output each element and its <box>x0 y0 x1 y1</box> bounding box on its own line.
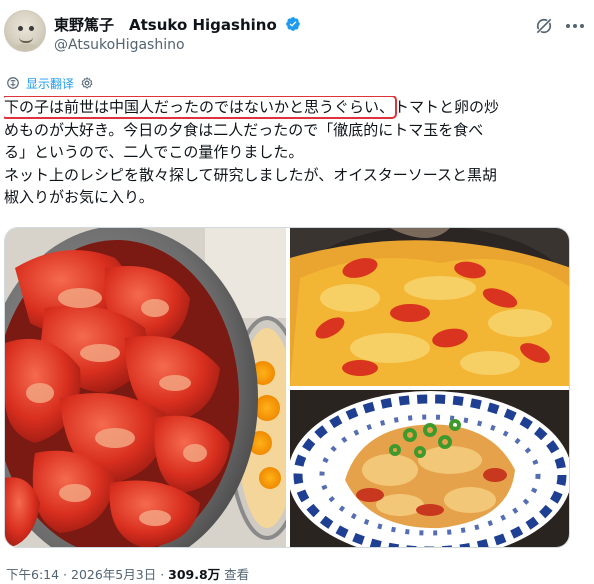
highlighted-phrase: 下の子は前世は中国人だったのではないかと思うぐらい、 <box>4 96 398 119</box>
post-time[interactable]: 下午6:14 <box>6 567 59 582</box>
settings-gear-icon[interactable] <box>80 76 94 90</box>
stir-fry-pan-photo[interactable] <box>290 228 569 386</box>
tweet-meta-footer: 下午6:14 · 2026年5月3日 · 309.8万 查看 <box>6 564 249 583</box>
separator: · <box>59 567 71 582</box>
tweet-header: 東野篤子 Atsuko Higashino @AtsukoHigashino <box>4 10 590 60</box>
tweet-line-1-rest: トマトと卵の炒 <box>394 98 500 116</box>
tweet-line-4: ネット上のレシピを散々探して研究しましたが、オイスターソースと黒胡 <box>4 165 498 184</box>
verified-badge-icon <box>285 17 300 31</box>
view-count: 309.8万 <box>168 567 221 582</box>
show-translation-link[interactable]: 显示翻译 <box>26 75 74 92</box>
tomato-bowl-photo[interactable] <box>5 228 286 547</box>
tweet-text: 下の子は前世は中国人だったのではないかと思うぐらい、トマトと卵の炒 めものが大好… <box>4 96 588 209</box>
separator: · <box>156 567 169 582</box>
author-name-line[interactable]: 東野篤子 Atsuko Higashino <box>54 14 301 34</box>
tweet-line-1: 下の子は前世は中国人だったのではないかと思うぐらい、トマトと卵の炒 <box>4 96 588 119</box>
post-date[interactable]: 2026年5月3日 <box>71 567 156 582</box>
translate-row[interactable]: 显示翻译 <box>6 74 94 92</box>
translate-icon <box>7 77 19 89</box>
tweet-line-2: めものが大好き。今日の夕食は二人だったので「徹底的にトマ玉を食べ <box>4 120 484 139</box>
grok-icon[interactable] <box>534 16 554 36</box>
avatar[interactable] <box>4 10 46 52</box>
plated-dish-photo[interactable] <box>290 390 569 547</box>
media-grid <box>4 227 570 548</box>
author-handle[interactable]: @AtsukoHigashino <box>54 37 185 53</box>
display-name[interactable]: 東野篤子 Atsuko Higashino <box>54 14 277 35</box>
tweet-line-5: 椒入りがお気に入り。 <box>4 188 154 206</box>
views-label: 查看 <box>220 567 250 582</box>
tweet-line-3: る」というので、二人でこの量作りました。 <box>4 143 304 161</box>
more-options-icon[interactable] <box>564 16 586 36</box>
